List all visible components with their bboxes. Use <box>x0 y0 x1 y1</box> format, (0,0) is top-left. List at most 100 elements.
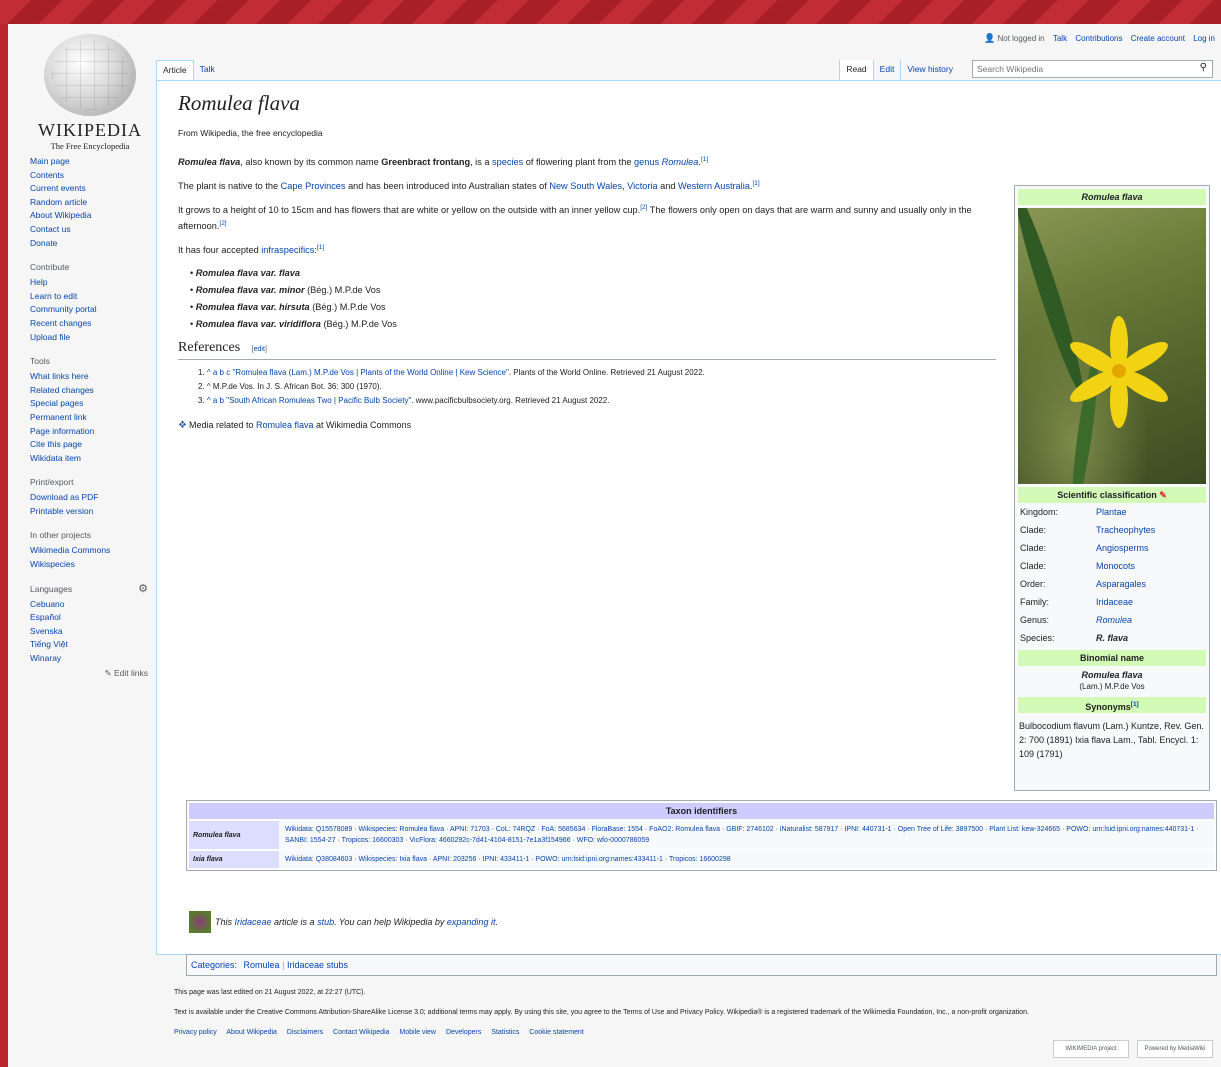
categories-label[interactable]: Categories: <box>191 960 237 970</box>
sidebar-item-community-portal[interactable]: Community portal <box>30 303 148 317</box>
edit-links[interactable]: ✎ Edit links <box>30 666 148 680</box>
sidebar-item-random-article[interactable]: Random article <box>30 196 148 210</box>
sidebar-item-cite-this-page[interactable]: Cite this page <box>30 438 148 452</box>
category-iridaceae-stubs[interactable]: Iridaceae stubs <box>287 960 348 970</box>
rank-value[interactable]: Romulea <box>1096 611 1132 629</box>
sidebar-item-special-pages[interactable]: Special pages <box>30 397 148 411</box>
text: This <box>215 917 235 927</box>
infobox-photo[interactable] <box>1018 208 1206 484</box>
sidebar-item-contents[interactable]: Contents <box>30 169 148 183</box>
taxon-name: Romulea flava var. hirsuta <box>195 302 310 313</box>
sidebar-item-lang-espanol[interactable]: Español <box>30 611 148 625</box>
ref-backlink[interactable]: ^ a b c <box>207 368 230 377</box>
sidebar-item-printable-version[interactable]: Printable version <box>30 505 148 519</box>
sidebar-item-related-changes[interactable]: Related changes <box>30 384 148 398</box>
rank-value[interactable]: Angiosperms <box>1096 539 1149 557</box>
footer-cookie-link[interactable]: Cookie statement <box>529 1029 583 1036</box>
tab-read[interactable]: Read <box>839 60 873 80</box>
footer-badges: WIKIMEDIA project Powered by MediaWiki <box>1053 1040 1213 1058</box>
western-australia-link[interactable]: Western Australia <box>678 181 750 191</box>
tab-view-history[interactable]: View history <box>900 60 959 80</box>
tab-article[interactable]: Article <box>156 60 194 80</box>
sidebar-item-what-links-here[interactable]: What links here <box>30 370 148 384</box>
rank-value[interactable]: Plantae <box>1096 503 1127 521</box>
synonyms-title: Synonyms <box>1085 702 1131 712</box>
login-link[interactable]: Log in <box>1193 34 1215 43</box>
search-input[interactable] <box>973 61 1183 77</box>
synonyms-ref[interactable]: [1] <box>1131 701 1139 708</box>
cape-provinces-link[interactable]: Cape Provinces <box>281 181 346 191</box>
sidebar-item-page-information[interactable]: Page information <box>30 425 148 439</box>
wikipedia-logo[interactable]: WIKIPEDIA The Free Encyclopedia <box>20 34 160 156</box>
sidebar-item-help[interactable]: Help <box>30 276 148 290</box>
ref-backlink[interactable]: ^ a b <box>207 396 224 405</box>
sidebar-item-wikidata-item[interactable]: Wikidata item <box>30 452 148 466</box>
rank-label: Clade: <box>1020 561 1047 571</box>
taxon-row-values[interactable]: Wikidata: Q15578089 · Wikispecies: Romul… <box>279 821 1214 849</box>
ref-source-link[interactable]: "South African Romuleas Two | Pacific Bu… <box>226 396 411 405</box>
sidebar-item-lang-svenska[interactable]: Svenska <box>30 625 148 639</box>
sidebar-item-about[interactable]: About Wikipedia <box>30 209 148 223</box>
rank-value[interactable]: Monocots <box>1096 557 1135 575</box>
rank-label: Clade: <box>1020 525 1047 535</box>
infraspecifics-link[interactable]: infraspecifics <box>261 245 314 255</box>
gear-icon[interactable]: ⚙ <box>138 582 148 595</box>
sidebar-item-permanent-link[interactable]: Permanent link <box>30 411 148 425</box>
ref-1b[interactable]: [1] <box>752 180 759 187</box>
rank-value[interactable]: Asparagales <box>1096 575 1146 593</box>
sidebar-item-commons[interactable]: Wikimedia Commons <box>30 544 148 558</box>
common-name: Greenbract frontang <box>381 157 471 168</box>
sidebar-item-lang-winaray[interactable]: Winaray <box>30 652 148 666</box>
rank-value[interactable]: Tracheophytes <box>1096 521 1155 539</box>
commons-link[interactable]: Romulea flava <box>256 420 314 430</box>
stub-link[interactable]: stub <box>317 917 334 927</box>
sidebar-item-download-pdf[interactable]: Download as PDF <box>30 491 148 505</box>
ref-1c[interactable]: [1] <box>317 244 324 251</box>
sidebar-item-current-events[interactable]: Current events <box>30 182 148 196</box>
sidebar-item-main-page[interactable]: Main page <box>30 155 148 169</box>
sidebar-item-donate[interactable]: Donate <box>30 237 148 251</box>
text: of flowering plant from the <box>523 157 635 168</box>
footer-developers-link[interactable]: Developers <box>446 1029 481 1036</box>
footer-contact-link[interactable]: Contact Wikipedia <box>333 1029 389 1036</box>
section-edit-link[interactable]: [edit] <box>252 346 267 353</box>
rank-value[interactable]: Iridaceae <box>1096 593 1133 611</box>
edit-label[interactable]: edit <box>254 346 265 353</box>
footer-about-link[interactable]: About Wikipedia <box>226 1029 277 1036</box>
text: . <box>495 917 498 927</box>
romulea-link[interactable]: Romulea <box>662 157 699 167</box>
ref-source-link[interactable]: "Romulea flava (Lam.) M.P.de Vos | Plant… <box>232 368 508 377</box>
sidebar-item-learn-to-edit[interactable]: Learn to edit <box>30 290 148 304</box>
iridaceae-link[interactable]: Iridaceae <box>235 917 272 927</box>
wikimedia-badge[interactable]: WIKIMEDIA project <box>1053 1040 1129 1058</box>
species-link[interactable]: species <box>492 157 523 167</box>
ref-1[interactable]: [1] <box>701 156 708 163</box>
nsw-link[interactable]: New South Wales <box>549 181 622 191</box>
mediawiki-badge[interactable]: Powered by MediaWiki <box>1137 1040 1213 1058</box>
ref-2b[interactable]: [2] <box>219 220 226 227</box>
sidebar-item-lang-cebuano[interactable]: Cebuano <box>30 598 148 612</box>
tab-edit[interactable]: Edit <box>872 60 901 80</box>
ref-backlink[interactable]: ^ <box>207 382 211 391</box>
pencil-icon[interactable]: ✎ <box>1159 490 1167 500</box>
victoria-link[interactable]: Victoria <box>627 181 657 191</box>
sidebar-item-upload-file[interactable]: Upload file <box>30 331 148 345</box>
genus-link[interactable]: genus <box>634 157 659 167</box>
personal-talk-link[interactable]: Talk <box>1053 34 1067 43</box>
create-account-link[interactable]: Create account <box>1131 34 1185 43</box>
footer-mobile-link[interactable]: Mobile view <box>399 1029 436 1036</box>
footer-privacy-link[interactable]: Privacy policy <box>174 1029 217 1036</box>
sidebar-item-lang-vietnamese[interactable]: Tiếng Việt <box>30 638 148 652</box>
footer-statistics-link[interactable]: Statistics <box>491 1029 519 1036</box>
sidebar-item-recent-changes[interactable]: Recent changes <box>30 317 148 331</box>
footer-disclaimers-link[interactable]: Disclaimers <box>287 1029 323 1036</box>
sidebar-item-contact[interactable]: Contact us <box>30 223 148 237</box>
search-icon[interactable]: ⚲ <box>1200 62 1207 73</box>
sidebar-item-wikispecies[interactable]: Wikispecies <box>30 558 148 572</box>
taxon-row-values[interactable]: Wikidata: Q38084603 · Wikispecies: Ixia … <box>279 851 1214 868</box>
expanding-link[interactable]: expanding it <box>447 917 496 927</box>
tab-talk[interactable]: Talk <box>194 60 221 80</box>
personal-contributions-link[interactable]: Contributions <box>1075 34 1122 43</box>
edit-links-label: Edit links <box>113 667 148 678</box>
category-romulea[interactable]: Romulea <box>244 960 280 970</box>
